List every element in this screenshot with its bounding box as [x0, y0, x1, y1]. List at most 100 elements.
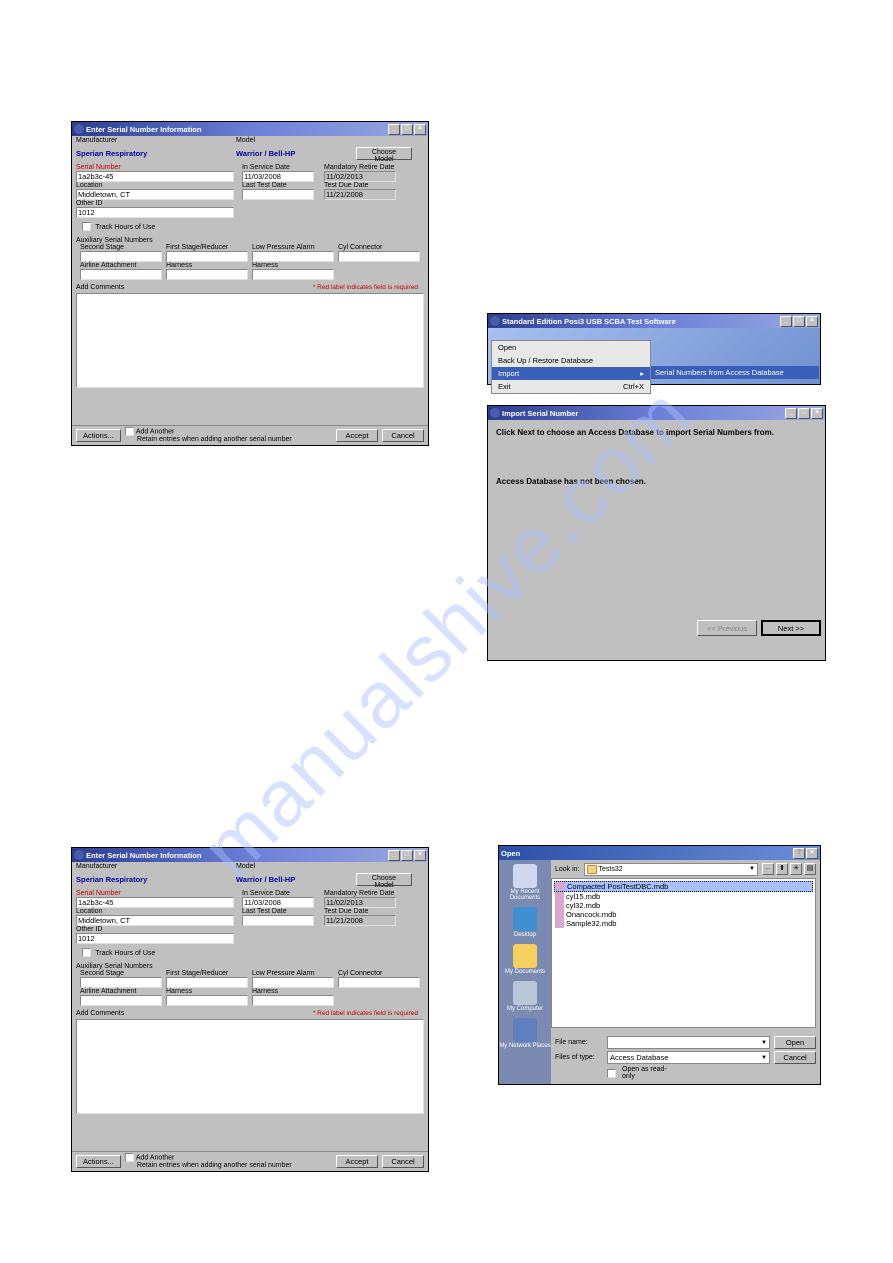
filetype-combo[interactable]: Access Database▼ — [607, 1051, 770, 1064]
aux-serial-label: Auxiliary Serial Numbers — [76, 963, 424, 970]
model-value: Warrior / Bell-HP — [236, 149, 356, 158]
second-stage-input[interactable] — [80, 977, 162, 988]
serial-number-input[interactable] — [76, 171, 234, 182]
comments-textarea[interactable] — [76, 293, 424, 388]
cancel-button[interactable]: Cancel — [382, 1155, 424, 1168]
actions-button[interactable]: Actions... — [76, 429, 121, 442]
menu-item-open[interactable]: Open — [492, 341, 650, 354]
close-button[interactable]: × — [806, 848, 818, 859]
last-test-input[interactable] — [242, 189, 314, 200]
lookin-combo[interactable]: Tests32 ▼ — [584, 863, 758, 876]
maximize-button[interactable]: □ — [793, 316, 805, 327]
harness-input-2[interactable] — [252, 269, 334, 280]
file-list[interactable]: Compacted PosiTestDBC.mdb cyl15.mdb cyl3… — [551, 878, 816, 1028]
cancel-button[interactable]: Cancel — [382, 429, 424, 442]
minimize-button[interactable]: _ — [780, 316, 792, 327]
file-item[interactable]: Compacted PosiTestDBC.mdb — [554, 881, 813, 892]
cyl-connector-input[interactable] — [338, 977, 420, 988]
place-mycomp[interactable]: My Computer — [507, 981, 543, 1012]
menu-item-exit[interactable]: ExitCtrl+X — [492, 380, 650, 393]
close-button[interactable]: × — [811, 408, 823, 419]
serial-number-input[interactable] — [76, 897, 234, 908]
import-line1: Click Next to choose an Access Database … — [496, 428, 817, 437]
actions-button[interactable]: Actions... — [76, 1155, 121, 1168]
views-button[interactable]: ▤ — [804, 863, 816, 875]
location-input[interactable] — [76, 915, 234, 926]
in-service-input[interactable] — [242, 897, 314, 908]
other-id-label: Other ID — [76, 926, 236, 933]
accept-button[interactable]: Accept — [336, 1155, 378, 1168]
location-label: Location — [76, 908, 236, 915]
other-id-input[interactable] — [76, 933, 234, 944]
other-id-input[interactable] — [76, 207, 234, 218]
low-pressure-input[interactable] — [252, 251, 334, 262]
second-stage-input[interactable] — [80, 251, 162, 262]
last-test-label: Last Test Date — [242, 908, 318, 915]
harness-input-1[interactable] — [166, 269, 248, 280]
airline-input[interactable] — [80, 995, 162, 1006]
import-submenu[interactable]: Serial Numbers from Access Database — [651, 366, 819, 379]
harness-input-2[interactable] — [252, 995, 334, 1006]
mandatory-retire-label: Mandatory Retire Date — [324, 164, 414, 171]
maximize-button[interactable]: □ — [401, 850, 413, 861]
menu-item-import[interactable]: Import▸ — [492, 367, 650, 380]
add-comments-label: Add Comments — [76, 284, 124, 291]
new-folder-button[interactable]: ✳ — [790, 863, 802, 875]
airline-input[interactable] — [80, 269, 162, 280]
first-stage-input[interactable] — [166, 251, 248, 262]
back-button[interactable]: ← — [762, 863, 774, 875]
track-hours-checkbox[interactable] — [82, 948, 91, 957]
help-button[interactable]: ? — [793, 848, 805, 859]
first-stage-input[interactable] — [166, 977, 248, 988]
place-mydocs[interactable]: My Documents — [505, 944, 545, 975]
up-button[interactable]: ⬆ — [776, 863, 788, 875]
close-button[interactable]: × — [806, 316, 818, 327]
place-desktop[interactable]: Desktop — [513, 907, 537, 938]
cyl-connector-label: Cyl Connector — [338, 244, 420, 251]
window-icon — [490, 408, 500, 418]
in-service-input[interactable] — [242, 171, 314, 182]
next-button[interactable]: Next >> — [761, 620, 821, 636]
add-another-checkbox[interactable] — [125, 1153, 134, 1162]
file-item[interactable]: cyl32.mdb — [554, 901, 813, 910]
maximize-button[interactable]: □ — [798, 408, 810, 419]
filename-combo[interactable]: ▼ — [607, 1036, 770, 1049]
menu-item-backup[interactable]: Back Up / Restore Database — [492, 354, 650, 367]
file-item[interactable]: Sample32.mdb — [554, 919, 813, 928]
cyl-connector-input[interactable] — [338, 251, 420, 262]
location-input[interactable] — [76, 189, 234, 200]
open-button[interactable]: Open — [774, 1036, 816, 1049]
mandatory-retire-input — [324, 897, 396, 908]
file-item[interactable]: Onancock.mdb — [554, 910, 813, 919]
titlebar[interactable]: Enter Serial Number Information _ □ × — [72, 122, 428, 136]
comments-textarea[interactable] — [76, 1019, 424, 1114]
close-button[interactable]: × — [414, 124, 426, 135]
choose-model-button[interactable]: Choose Model — [356, 873, 412, 886]
close-button[interactable]: × — [414, 850, 426, 861]
retain-label: Retain entries when adding another seria… — [125, 436, 292, 444]
track-hours-checkbox[interactable] — [82, 222, 91, 231]
database-icon — [555, 910, 564, 919]
readonly-checkbox[interactable] — [607, 1069, 616, 1078]
file-item[interactable]: cyl15.mdb — [554, 892, 813, 901]
add-another-checkbox[interactable] — [125, 427, 134, 436]
place-recent[interactable]: My Recent Documents — [499, 864, 551, 901]
readonly-label: Open as read-only — [622, 1066, 670, 1080]
harness-input-1[interactable] — [166, 995, 248, 1006]
minimize-button[interactable]: _ — [388, 124, 400, 135]
titlebar[interactable]: Standard Edition Posi3 USB SCBA Test Sof… — [488, 314, 820, 328]
titlebar[interactable]: Open ? × — [499, 846, 820, 860]
low-pressure-input[interactable] — [252, 977, 334, 988]
accept-button[interactable]: Accept — [336, 429, 378, 442]
minimize-button[interactable]: _ — [388, 850, 400, 861]
last-test-input[interactable] — [242, 915, 314, 926]
maximize-button[interactable]: □ — [401, 124, 413, 135]
minimize-button[interactable]: _ — [785, 408, 797, 419]
window-title: Enter Serial Number Information — [86, 125, 201, 134]
choose-model-button[interactable]: Choose Model — [356, 147, 412, 160]
titlebar[interactable]: Enter Serial Number Information _ □ × — [72, 848, 428, 862]
file-menu-popup: Open Back Up / Restore Database Import▸ … — [491, 340, 651, 394]
titlebar[interactable]: Import Serial Number _ □ × — [488, 406, 825, 420]
cancel-button[interactable]: Cancel — [774, 1051, 816, 1064]
place-network[interactable]: My Network Places — [499, 1018, 550, 1049]
